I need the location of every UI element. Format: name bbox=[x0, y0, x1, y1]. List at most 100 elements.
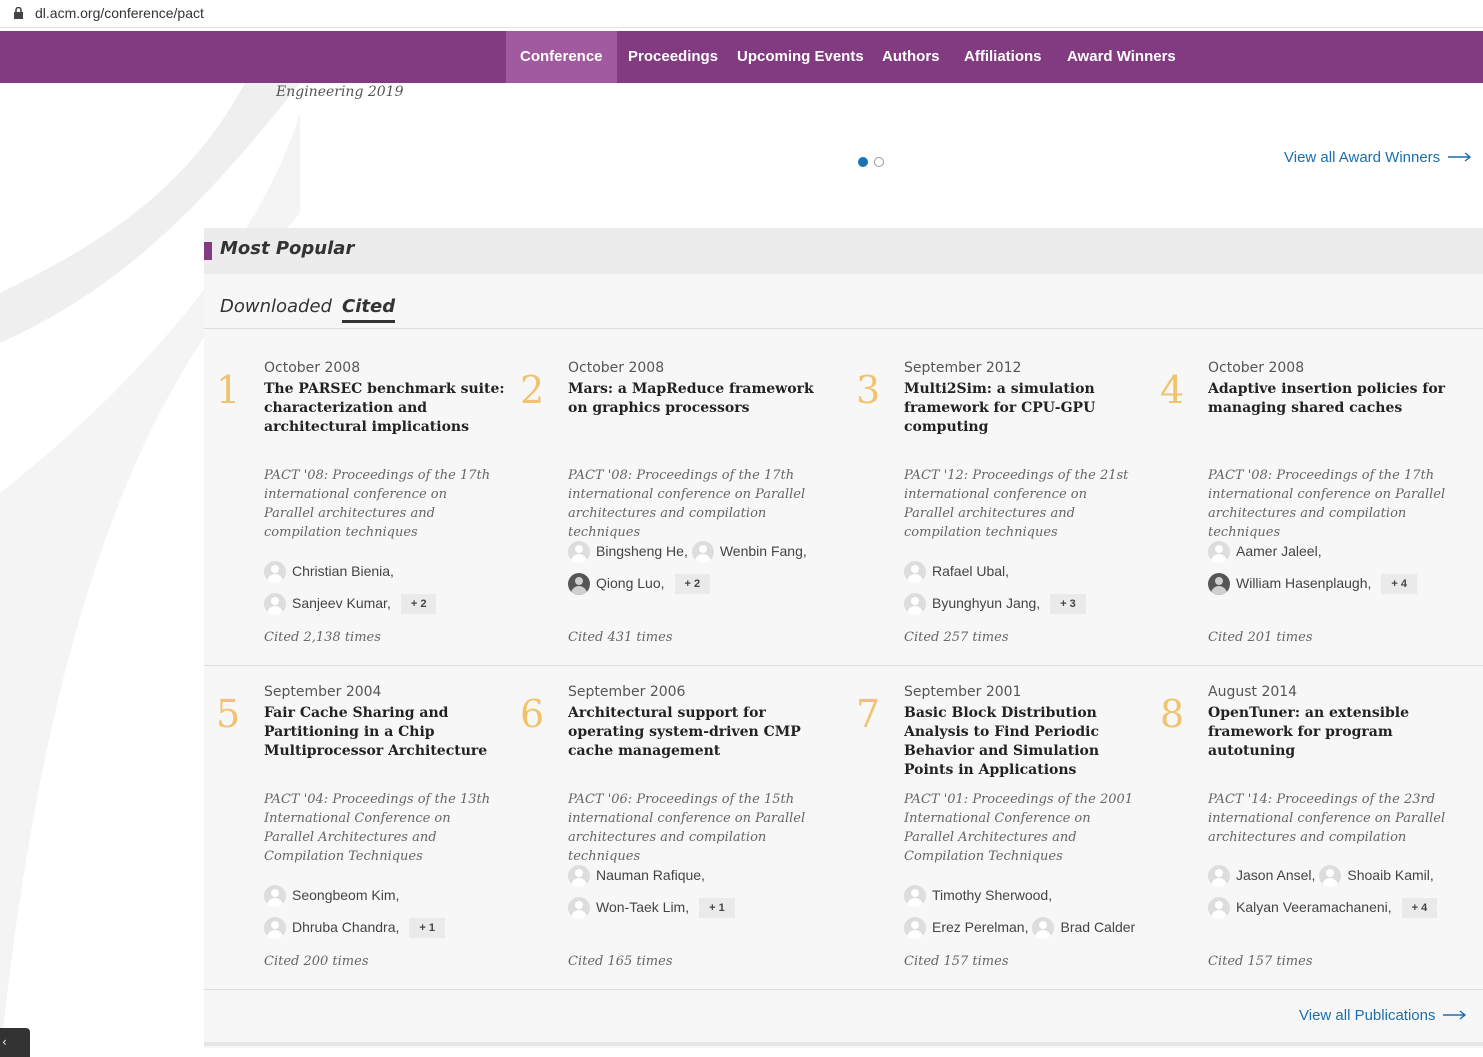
avatar-icon bbox=[264, 917, 286, 940]
author-link[interactable]: Rafael Ubal, bbox=[904, 558, 1009, 584]
avatar-icon bbox=[1208, 897, 1230, 920]
author-list: Rafael Ubal, Byunghyun Jang, + 3 bbox=[904, 558, 1086, 622]
author-list: Bingsheng He, Wenbin Fang, Qiong Luo, + 2 bbox=[568, 538, 811, 602]
author-link[interactable]: Sanjeev Kumar, bbox=[264, 590, 391, 616]
publication-date: September 2001 bbox=[904, 684, 1022, 700]
author-link[interactable]: Jason Ansel, bbox=[1208, 862, 1315, 888]
author-link[interactable]: Bingsheng He, bbox=[568, 538, 688, 564]
author-link[interactable]: Aamer Jaleel, bbox=[1208, 538, 1322, 564]
publication-date: October 2008 bbox=[1208, 360, 1305, 376]
publication-title-link[interactable]: Basic Block Distribution Analysis to Fin… bbox=[904, 704, 1149, 799]
nav-proceedings[interactable]: Proceedings bbox=[614, 31, 732, 83]
nav-conference[interactable]: Conference bbox=[506, 31, 617, 83]
author-line: Aamer Jaleel, bbox=[1208, 538, 1417, 570]
author-name: Kalyan Veeramachaneni, bbox=[1236, 899, 1392, 915]
carousel-dot-1[interactable] bbox=[858, 157, 868, 167]
author-link[interactable]: Qiong Luo, bbox=[568, 570, 665, 596]
cited-count: Cited 157 times bbox=[1208, 954, 1313, 969]
tab-downloaded[interactable]: Downloaded bbox=[220, 296, 332, 320]
rank-number: 5 bbox=[216, 692, 241, 736]
author-name: Dhruba Chandra, bbox=[292, 919, 400, 935]
proceedings-name[interactable]: PACT '14: Proceedings of the 23rd intern… bbox=[1208, 790, 1473, 847]
author-link[interactable]: Christian Bienia, bbox=[264, 558, 394, 584]
author-list: Jason Ansel, Shoaib Kamil, Kalyan Veeramac… bbox=[1208, 862, 1438, 926]
author-name: Shoaib Kamil, bbox=[1347, 867, 1434, 883]
url-text[interactable]: dl.acm.org/conference/pact bbox=[35, 5, 204, 21]
author-name: Christian Bienia, bbox=[292, 563, 394, 579]
cited-count: Cited 2,138 times bbox=[264, 630, 381, 645]
author-link[interactable]: Nauman Rafique, bbox=[568, 862, 705, 888]
author-link[interactable]: Seongbeom Kim, bbox=[264, 882, 399, 908]
author-link[interactable]: Kalyan Veeramachaneni, bbox=[1208, 894, 1392, 920]
cited-count: Cited 165 times bbox=[568, 954, 673, 969]
more-authors-button[interactable]: + 4 bbox=[1381, 574, 1418, 595]
proceedings-name[interactable]: PACT '01: Proceedings of the 2001 Intern… bbox=[904, 790, 1139, 866]
publication-title-link[interactable]: Fair Cache Sharing and Partitioning in a… bbox=[264, 704, 509, 799]
author-link[interactable]: Timothy Sherwood, bbox=[904, 882, 1052, 908]
rank-number: 1 bbox=[216, 368, 241, 412]
author-link[interactable]: Erez Perelman, bbox=[904, 914, 1028, 940]
publication-title-link[interactable]: Adaptive insertion policies for managing… bbox=[1208, 380, 1478, 475]
arrow-right-icon bbox=[1448, 152, 1472, 162]
carousel-dot-2[interactable] bbox=[874, 157, 884, 167]
browser-address-bar[interactable]: dl.acm.org/conference/pact bbox=[0, 0, 1483, 28]
proceedings-name[interactable]: PACT '12: Proceedings of the 21st intern… bbox=[904, 466, 1139, 542]
more-authors-button[interactable]: + 1 bbox=[699, 898, 735, 919]
proceedings-name[interactable]: PACT '08: Proceedings of the 17th intern… bbox=[568, 466, 833, 542]
proceedings-name[interactable]: PACT '08: Proceedings of the 17th intern… bbox=[264, 466, 499, 542]
nav-award-winners[interactable]: Award Winners bbox=[1053, 31, 1190, 83]
section-accent-bar bbox=[204, 242, 212, 260]
more-authors-button[interactable]: + 3 bbox=[1050, 594, 1086, 615]
proceedings-name[interactable]: PACT '06: Proceedings of the 15th intern… bbox=[568, 790, 833, 866]
author-line: Erez Perelman, Brad Calder bbox=[904, 914, 1139, 946]
author-name: Jason Ansel, bbox=[1236, 867, 1316, 883]
author-link[interactable]: Won-Taek Lim, bbox=[568, 894, 689, 920]
publication-title-link[interactable]: OpenTuner: an extensible framework for p… bbox=[1208, 704, 1478, 799]
avatar-icon bbox=[1032, 917, 1055, 940]
author-list: Seongbeom Kim, Dhruba Chandra, + 1 bbox=[264, 882, 446, 946]
rank-number: 4 bbox=[1160, 368, 1185, 412]
tab-cited[interactable]: Cited bbox=[342, 296, 396, 323]
nav-affiliations[interactable]: Affiliations bbox=[950, 31, 1056, 83]
nav-upcoming-events[interactable]: Upcoming Events bbox=[723, 31, 878, 83]
avatar-icon bbox=[264, 885, 286, 908]
more-authors-button[interactable]: + 4 bbox=[1401, 898, 1438, 919]
publication-title-link[interactable]: Architectural support for operating syst… bbox=[568, 704, 838, 799]
author-list: Christian Bienia, Sanjeev Kumar, + 2 bbox=[264, 558, 437, 622]
author-link[interactable]: Wenbin Fang, bbox=[691, 538, 807, 564]
cited-count: Cited 201 times bbox=[1208, 630, 1313, 645]
proceedings-name[interactable]: PACT '08: Proceedings of the 17th intern… bbox=[1208, 466, 1473, 542]
author-name: Timothy Sherwood, bbox=[932, 887, 1053, 903]
author-link[interactable]: Byunghyun Jang, bbox=[904, 590, 1040, 616]
lock-icon bbox=[14, 7, 23, 19]
publication-card: 5 September 2004 Fair Cache Sharing and Pa… bbox=[216, 684, 509, 984]
publication-title-link[interactable]: The PARSEC benchmark suite: characteriza… bbox=[264, 380, 509, 475]
publication-date: October 2008 bbox=[568, 360, 665, 376]
author-line: Sanjeev Kumar, + 2 bbox=[264, 590, 437, 622]
publication-card: 8 August 2014 OpenTuner: an extensible fra… bbox=[1160, 684, 1478, 984]
more-authors-button[interactable]: + 2 bbox=[400, 594, 437, 615]
view-all-publications-link[interactable]: View all Publications bbox=[1299, 1007, 1467, 1024]
avatar-icon bbox=[691, 541, 714, 564]
author-link[interactable]: Brad Calder bbox=[1032, 914, 1135, 940]
avatar-icon bbox=[904, 561, 926, 584]
publication-date: September 2012 bbox=[904, 360, 1022, 376]
publication-title-link[interactable]: Mars: a MapReduce framework on graphics … bbox=[568, 380, 838, 475]
view-all-award-winners-link[interactable]: View all Award Winners bbox=[1284, 149, 1472, 166]
nav-authors[interactable]: Authors bbox=[868, 31, 954, 83]
author-link[interactable]: Dhruba Chandra, bbox=[264, 914, 399, 940]
chevron-left-icon[interactable]: ‹ bbox=[0, 1028, 30, 1057]
carousel-caption: Engineering 2019 bbox=[276, 84, 404, 100]
row-divider bbox=[204, 665, 1483, 666]
author-link[interactable]: Shoaib Kamil, bbox=[1319, 862, 1434, 888]
more-authors-button[interactable]: + 1 bbox=[409, 918, 446, 939]
author-name: Brad Calder bbox=[1060, 919, 1136, 935]
author-line: Qiong Luo, + 2 bbox=[568, 570, 811, 602]
proceedings-name[interactable]: PACT '04: Proceedings of the 13th Intern… bbox=[264, 790, 499, 866]
publication-date: October 2008 bbox=[264, 360, 361, 376]
author-link[interactable]: William Hasenplaugh, bbox=[1208, 570, 1371, 596]
avatar-icon bbox=[568, 541, 590, 564]
publication-title-link[interactable]: Multi2Sim: a simulation framework for CP… bbox=[904, 380, 1149, 475]
more-authors-button[interactable]: + 2 bbox=[674, 574, 711, 595]
author-name: Seongbeom Kim, bbox=[292, 887, 400, 903]
